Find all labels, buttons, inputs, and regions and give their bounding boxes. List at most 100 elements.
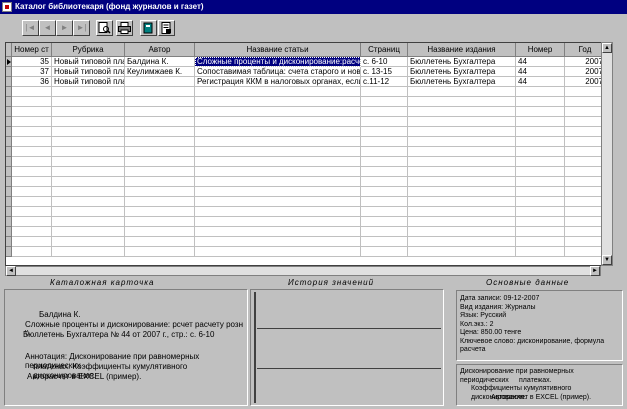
cell-rubric[interactable]: [52, 177, 125, 187]
cell-article-title[interactable]: [195, 237, 361, 247]
cell-article-number[interactable]: [12, 167, 52, 177]
cell-rubric[interactable]: [52, 187, 125, 197]
cell-pages[interactable]: [361, 167, 408, 177]
cell-article-number[interactable]: 36: [12, 77, 52, 87]
table-row[interactable]: 36 Новый типовой план Регистрация ККМ в на…: [6, 77, 605, 87]
cell-rubric[interactable]: [52, 137, 125, 147]
cell-publication[interactable]: [408, 247, 516, 257]
cell-rubric[interactable]: [52, 197, 125, 207]
cell-article-title[interactable]: [195, 127, 361, 137]
cell-article-number[interactable]: [12, 217, 52, 227]
cell-year[interactable]: [565, 107, 605, 117]
last-record-button[interactable]: ►|: [73, 20, 90, 36]
table-row[interactable]: 37 Новый типовой план Кеулимжаев К. Сопоста…: [6, 67, 605, 77]
cell-publication[interactable]: Бюллетень Бухгалтера: [408, 57, 516, 67]
table-row[interactable]: [6, 187, 605, 197]
cell-article-title[interactable]: Сопоставимая таблица: счета старого и но…: [195, 67, 361, 77]
cell-issue[interactable]: [516, 157, 565, 167]
table-row[interactable]: [6, 87, 605, 97]
table-row[interactable]: [6, 117, 605, 127]
print-button[interactable]: [116, 20, 133, 36]
col-year[interactable]: Год: [565, 43, 605, 57]
cell-pages[interactable]: [361, 237, 408, 247]
cell-pages[interactable]: с.11-12: [361, 77, 408, 87]
cell-pages[interactable]: [361, 247, 408, 257]
cell-issue[interactable]: [516, 147, 565, 157]
cell-article-number[interactable]: [12, 157, 52, 167]
col-pages[interactable]: Страниц: [361, 43, 408, 57]
cell-publication[interactable]: [408, 157, 516, 167]
table-row[interactable]: [6, 247, 605, 257]
cell-article-title[interactable]: [195, 97, 361, 107]
cell-article-number[interactable]: [12, 87, 52, 97]
cell-article-title[interactable]: [195, 157, 361, 167]
cell-author[interactable]: [125, 227, 195, 237]
cell-article-title[interactable]: Регистрация ККМ в налоговых органах, есл…: [195, 77, 361, 87]
cell-rubric[interactable]: [52, 107, 125, 117]
col-rubric[interactable]: Рубрика: [52, 43, 125, 57]
table-row[interactable]: 35 Новый типовой план Балдина К. Сложные пр…: [6, 57, 605, 67]
cell-publication[interactable]: Бюллетень Бухгалтера: [408, 67, 516, 77]
cell-article-number[interactable]: [12, 247, 52, 257]
cell-author[interactable]: [125, 157, 195, 167]
cell-pages[interactable]: [361, 157, 408, 167]
table-row[interactable]: [6, 97, 605, 107]
scroll-left-icon[interactable]: ◄: [6, 266, 16, 276]
cell-rubric[interactable]: [52, 147, 125, 157]
cell-rubric[interactable]: [52, 127, 125, 137]
cell-issue[interactable]: [516, 237, 565, 247]
cell-author[interactable]: [125, 137, 195, 147]
cell-publication[interactable]: [408, 187, 516, 197]
cell-author[interactable]: [125, 147, 195, 157]
table-row[interactable]: [6, 127, 605, 137]
col-article-title[interactable]: Название статьи: [195, 43, 361, 57]
cell-rubric[interactable]: [52, 247, 125, 257]
cell-author[interactable]: [125, 187, 195, 197]
cell-year[interactable]: [565, 117, 605, 127]
grid-vertical-scrollbar[interactable]: ▲ ▼: [601, 42, 613, 266]
cell-issue[interactable]: [516, 247, 565, 257]
cell-author[interactable]: Балдина К.: [125, 57, 195, 67]
cell-publication[interactable]: [408, 137, 516, 147]
table-row[interactable]: [6, 227, 605, 237]
cell-issue[interactable]: [516, 217, 565, 227]
cell-pages[interactable]: [361, 127, 408, 137]
cell-pages[interactable]: с. 13-15: [361, 67, 408, 77]
cell-article-number[interactable]: [12, 237, 52, 247]
table-row[interactable]: [6, 157, 605, 167]
cell-issue[interactable]: [516, 167, 565, 177]
cell-pages[interactable]: [361, 147, 408, 157]
cell-author[interactable]: [125, 107, 195, 117]
cell-pages[interactable]: [361, 107, 408, 117]
table-row[interactable]: [6, 217, 605, 227]
cell-article-title[interactable]: [195, 147, 361, 157]
cell-year[interactable]: [565, 97, 605, 107]
cell-year[interactable]: 2007: [565, 57, 605, 67]
cell-issue[interactable]: 44: [516, 67, 565, 77]
bookmark-button[interactable]: [140, 20, 157, 36]
cell-author[interactable]: [125, 207, 195, 217]
cell-issue[interactable]: [516, 127, 565, 137]
cell-publication[interactable]: [408, 97, 516, 107]
cell-pages[interactable]: [361, 187, 408, 197]
cell-year[interactable]: [565, 237, 605, 247]
cell-year[interactable]: [565, 227, 605, 237]
cell-article-number[interactable]: [12, 207, 52, 217]
cell-article-number[interactable]: [12, 107, 52, 117]
cell-publication[interactable]: [408, 127, 516, 137]
table-row[interactable]: [6, 207, 605, 217]
cell-article-number[interactable]: [12, 227, 52, 237]
cell-pages[interactable]: [361, 207, 408, 217]
col-author[interactable]: Автор: [125, 43, 195, 57]
table-row[interactable]: [6, 147, 605, 157]
cell-author[interactable]: [125, 97, 195, 107]
cell-issue[interactable]: [516, 177, 565, 187]
cell-pages[interactable]: с. 6-10: [361, 57, 408, 67]
scroll-up-icon[interactable]: ▲: [602, 43, 612, 53]
cell-publication[interactable]: [408, 167, 516, 177]
next-record-button[interactable]: ►: [56, 20, 73, 36]
cell-publication[interactable]: Бюллетень Бухгалтера: [408, 77, 516, 87]
first-record-button[interactable]: |◄: [22, 20, 39, 36]
cell-author[interactable]: [125, 217, 195, 227]
cell-article-number[interactable]: [12, 177, 52, 187]
